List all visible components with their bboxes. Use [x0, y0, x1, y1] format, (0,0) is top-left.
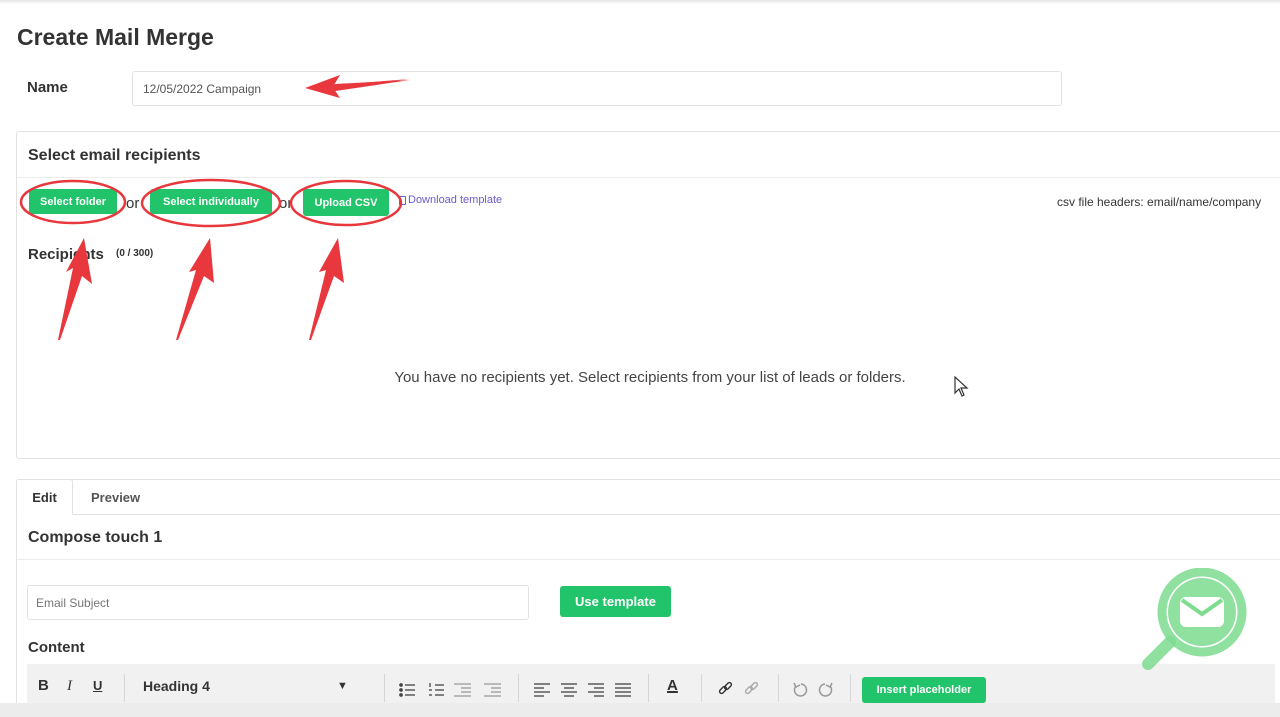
- outdent-icon: [454, 683, 471, 697]
- recipients-count: (0 / 300): [116, 248, 154, 259]
- toolbar-separator: [701, 674, 702, 702]
- heading-select[interactable]: Heading 4: [143, 676, 210, 696]
- redo-arrowhead: [825, 682, 833, 689]
- tabs-divider: [73, 514, 1280, 515]
- toolbar-separator: [778, 674, 779, 702]
- or-separator: or: [126, 195, 140, 212]
- align-center-icon: [561, 683, 577, 697]
- compose-title: Compose touch 1: [28, 529, 163, 546]
- link-icon: [718, 681, 733, 695]
- csv-headers-hint: csv file headers: email/name/company: [1057, 195, 1262, 209]
- list-indent-icons[interactable]: [398, 682, 508, 698]
- name-label: Name: [27, 79, 68, 96]
- bottom-bar: [0, 703, 1280, 717]
- top-shadow: [0, 0, 1280, 4]
- content-label: Content: [28, 639, 85, 656]
- align-left-icon: [534, 683, 550, 697]
- underline-button[interactable]: U: [93, 676, 102, 696]
- recipients-title: Select email recipients: [28, 147, 201, 164]
- bold-button[interactable]: B: [38, 676, 49, 696]
- select-folder-button[interactable]: Select folder: [29, 189, 117, 214]
- toolbar-separator: [384, 674, 385, 702]
- alignment-icons[interactable]: [534, 682, 634, 698]
- toolbar-separator: [124, 674, 125, 702]
- align-right-icon: [588, 683, 604, 697]
- recipients-header: Select email recipients: [17, 132, 1280, 178]
- numbered-list-icon: [429, 683, 444, 696]
- page-title: Create Mail Merge: [17, 24, 214, 50]
- toolbar-separator: [850, 674, 851, 702]
- or-separator: or: [279, 195, 293, 212]
- align-justify-icon: [615, 683, 631, 697]
- compose-divider: [17, 559, 1280, 560]
- history-icons[interactable]: [792, 682, 838, 698]
- link-icons[interactable]: [717, 681, 765, 699]
- bullet-list-icon: [399, 683, 415, 697]
- recipients-panel: Select email recipients: [16, 131, 1280, 459]
- unlink-icon: [744, 681, 759, 695]
- recipients-label: Recipients: [28, 246, 104, 263]
- email-subject-input[interactable]: [27, 585, 529, 620]
- italic-button[interactable]: I: [67, 676, 72, 696]
- use-template-button[interactable]: Use template: [560, 586, 671, 617]
- select-individually-button[interactable]: Select individually: [150, 189, 272, 214]
- toolbar-separator: [648, 674, 649, 702]
- download-template-link[interactable]: Download template: [399, 194, 502, 206]
- chevron-down-icon[interactable]: ▼: [337, 676, 348, 696]
- redo-icon: [818, 683, 833, 697]
- tab-preview[interactable]: Preview: [91, 490, 140, 505]
- empty-recipients-message: You have no recipients yet. Select recip…: [394, 369, 906, 386]
- document-icon: [399, 195, 406, 205]
- font-color-button[interactable]: A: [667, 676, 678, 696]
- toolbar-separator: [518, 674, 519, 702]
- download-template-label: Download template: [408, 194, 503, 206]
- undo-arrowhead: [793, 682, 801, 689]
- name-input[interactable]: [132, 71, 1062, 106]
- upload-csv-button[interactable]: Upload CSV: [303, 189, 389, 216]
- indent-icon: [484, 683, 501, 697]
- undo-icon: [793, 683, 808, 697]
- insert-placeholder-button[interactable]: Insert placeholder: [862, 677, 986, 703]
- mail-search-logo: [1142, 568, 1247, 670]
- tab-edit[interactable]: Edit: [16, 479, 73, 515]
